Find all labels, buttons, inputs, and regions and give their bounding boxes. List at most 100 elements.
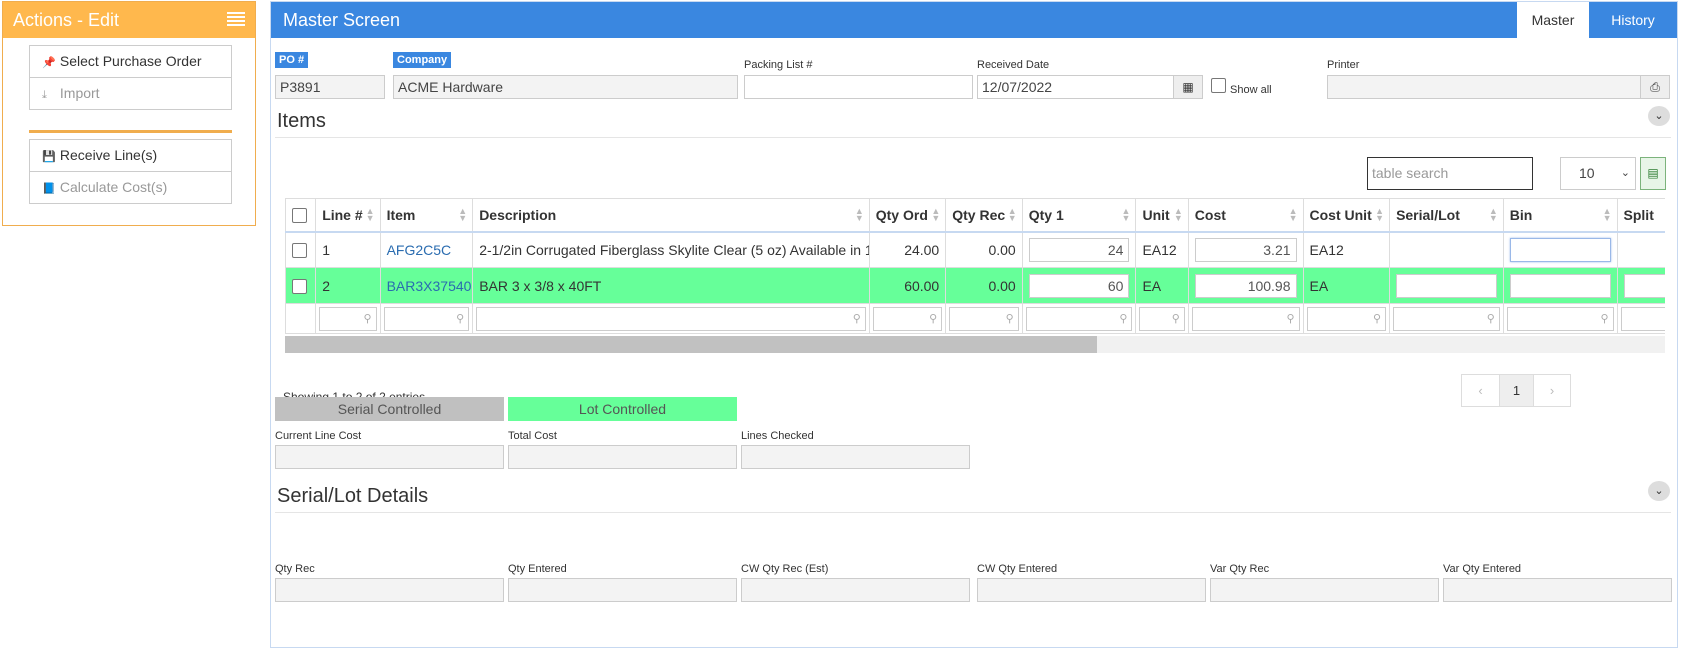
cost-input[interactable]: 3.21 [1194, 237, 1297, 262]
qty-rec-cell: 0.00 [945, 231, 1023, 268]
lines-checked-label: Lines Checked [741, 430, 814, 442]
tab-master[interactable]: Master [1517, 2, 1589, 38]
row-checkbox[interactable] [292, 243, 307, 259]
col-item[interactable]: Item ▲ ▼ [379, 198, 474, 233]
bin-input[interactable] [1509, 273, 1611, 298]
item-link[interactable]: AFG2C5C [379, 231, 474, 268]
pager-next[interactable]: › [1534, 375, 1570, 406]
var-qty-entered-field[interactable] [1443, 578, 1672, 602]
description-cell: 2-1/2in Corrugated Fiberglass Skylite Cl… [472, 231, 870, 268]
search-icon: ⚲ [456, 312, 465, 325]
row-checkbox[interactable] [292, 278, 307, 294]
po-label: PO # [275, 52, 309, 68]
show-all-checkbox[interactable] [1211, 78, 1226, 93]
search-icon: ⚲ [852, 312, 861, 325]
cost-input[interactable]: 100.98 [1194, 273, 1297, 298]
tab-history[interactable]: History [1589, 2, 1677, 38]
col-split[interactable]: Split [1616, 198, 1665, 233]
select-all-checkbox[interactable] [292, 208, 307, 224]
col-description[interactable]: Description ▲ ▼ [472, 198, 870, 233]
received-date-field[interactable]: 12/07/2022 [977, 75, 1174, 99]
master-header: Master Screen Master History [271, 2, 1677, 38]
serial-lot-divider [275, 512, 1671, 513]
description-cell: BAR 3 x 3/8 x 40FT [472, 267, 870, 304]
calendar-icon[interactable]: ▦ [1173, 75, 1203, 99]
cw-qty-rec-field[interactable] [741, 578, 970, 602]
chevron-down-icon[interactable]: ⌄ [1648, 106, 1670, 126]
bin-input[interactable] [1509, 237, 1611, 262]
table-search-input[interactable]: table search [1367, 157, 1533, 190]
col-line[interactable]: Line # ▲ ▼ [315, 198, 381, 233]
horizontal-scrollbar[interactable] [285, 336, 1665, 353]
qty-entered-field[interactable] [508, 578, 737, 602]
po-field[interactable]: P3891 [275, 75, 385, 99]
printer-field[interactable] [1327, 75, 1641, 99]
pager-prev[interactable]: ‹ [1462, 375, 1500, 406]
table-header-row: Line # ▲ ▼ Item ▲ ▼ Description ▲ ▼ Qty Ord ▲ ▼ … [285, 198, 1665, 233]
excel-export-icon[interactable]: ▤ [1640, 157, 1666, 190]
pager-page-1[interactable]: 1 [1500, 375, 1534, 406]
filter-bin-input[interactable]: ⚲ [1506, 306, 1614, 331]
serial-lot-title: Serial/Lot Details [277, 485, 429, 507]
filter-qty-ord-input[interactable]: ⚲ [872, 306, 943, 331]
search-icon: ⚲ [1005, 312, 1014, 325]
packing-list-field[interactable] [744, 75, 973, 99]
company-label: Company [393, 52, 452, 68]
search-icon: ⚲ [1119, 312, 1128, 325]
company-field[interactable]: ACME Hardware [393, 75, 738, 99]
calculate-costs-button[interactable]: 📘 Calculate Cost(s) [29, 171, 232, 204]
filter-line-input[interactable]: ⚲ [319, 306, 377, 331]
split-input[interactable] [1623, 273, 1665, 298]
total-cost-field[interactable] [508, 445, 737, 469]
chevron-down-icon[interactable]: ⌄ [1648, 481, 1670, 501]
qty1-input[interactable]: 60 [1028, 273, 1130, 298]
filter-description-input[interactable]: ⚲ [476, 306, 866, 331]
qty-rec-field[interactable] [275, 578, 504, 602]
filter-qty-rec-input[interactable]: ⚲ [949, 306, 1019, 331]
scrollbar-thumb[interactable] [285, 336, 1097, 353]
table-row[interactable]: 2 BAR3X37540 BAR 3 x 3/8 x 40FT 60.00 0.… [285, 267, 1665, 304]
current-line-cost-label: Current Line Cost [275, 430, 362, 442]
col-qty1[interactable]: Qty 1 ▲ ▼ [1021, 198, 1137, 233]
page-size-select[interactable]: 10 ⌄ [1560, 157, 1636, 190]
filter-split-input[interactable] [1620, 306, 1665, 331]
col-cost-unit[interactable]: Cost Unit ▲ ▼ [1302, 198, 1391, 233]
hamburger-menu-icon[interactable] [227, 12, 245, 26]
cw-qty-rec-label: CW Qty Rec (Est) [741, 563, 829, 575]
select-purchase-order-button[interactable]: 📌 Select Purchase Order [29, 45, 232, 78]
packing-list-label: Packing List # [744, 59, 813, 71]
col-qty-rec[interactable]: Qty Rec ▲ ▼ [945, 198, 1023, 233]
printer-label: Printer [1327, 59, 1360, 71]
receive-lines-button[interactable]: 💾 Receive Line(s) [29, 139, 232, 172]
printer-icon[interactable]: ⎙ [1640, 75, 1670, 99]
var-qty-rec-field[interactable] [1210, 578, 1439, 602]
chevron-down-icon: ⌄ [1620, 167, 1630, 179]
qty1-input[interactable]: 24 [1028, 237, 1130, 262]
filter-cost-input[interactable]: ⚲ [1191, 306, 1300, 331]
unit-cell: EA12 [1135, 231, 1189, 268]
calculate-costs-label: Calculate Cost(s) [59, 179, 168, 195]
item-link[interactable]: BAR3X37540 [379, 267, 474, 304]
var-qty-entered-label: Var Qty Entered [1443, 563, 1522, 575]
select-all-header[interactable] [285, 198, 317, 233]
lines-checked-field[interactable] [741, 445, 970, 469]
qty-rec-cell: 0.00 [945, 267, 1023, 304]
col-bin[interactable]: Bin ▲ ▼ [1502, 198, 1618, 233]
filter-cost-unit-input[interactable]: ⚲ [1306, 306, 1387, 331]
col-cost[interactable]: Cost ▲ ▼ [1187, 198, 1304, 233]
filter-serial-lot-input[interactable]: ⚲ [1393, 306, 1500, 331]
current-line-cost-field[interactable] [275, 445, 504, 469]
cw-qty-entered-field[interactable] [977, 578, 1206, 602]
col-serial-lot[interactable]: Serial/Lot ▲ ▼ [1389, 198, 1504, 233]
lot-controlled-legend: Lot Controlled [508, 397, 737, 421]
filter-item-input[interactable]: ⚲ [383, 306, 470, 331]
table-row[interactable]: 1 AFG2C5C 2-1/2in Corrugated Fiberglass … [285, 231, 1665, 268]
serial-controlled-legend: Serial Controlled [275, 397, 504, 421]
import-button[interactable]: ⤓ Import [29, 77, 232, 110]
serial-lot-input[interactable] [1396, 273, 1497, 298]
items-title: Items [277, 110, 326, 132]
filter-unit-input[interactable]: ⚲ [1139, 306, 1185, 331]
filter-qty1-input[interactable]: ⚲ [1025, 306, 1133, 331]
col-qty-ord[interactable]: Qty Ord ▲ ▼ [868, 198, 947, 233]
col-unit[interactable]: Unit ▲ ▼ [1135, 198, 1189, 233]
